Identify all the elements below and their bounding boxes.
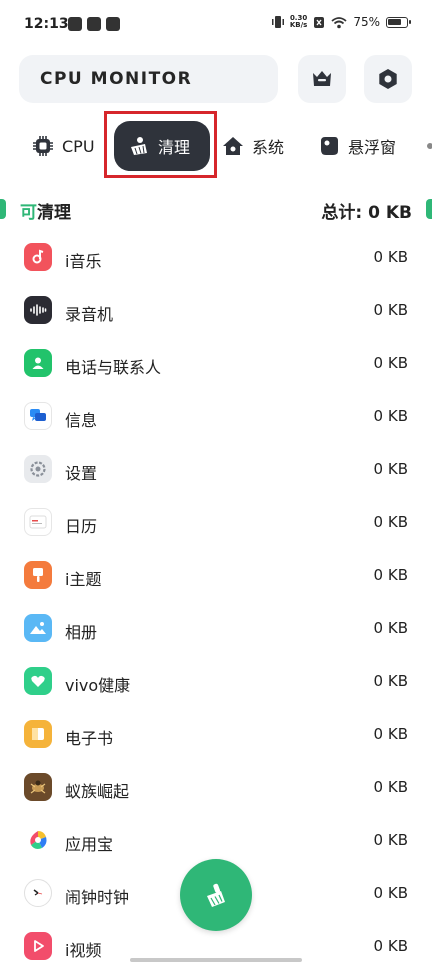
app-row[interactable]: 录音机 0 KB [0,284,432,337]
app-size: 0 KB [373,672,408,690]
app-size: 0 KB [373,831,408,849]
wifi-icon [331,16,347,28]
title-card: CPU MONITOR [19,55,278,103]
health-icon [24,667,52,695]
crown-icon [313,71,331,86]
tab-more-partial[interactable] [422,121,432,171]
app-size: 0 KB [373,354,408,372]
app-name: 闹钟时钟 [65,888,130,907]
app-name: 电子书 [65,729,114,748]
app-size: 0 KB [373,884,408,902]
float-window-icon [321,137,338,155]
app-row[interactable]: i音乐 0 KB [0,231,432,284]
settings-icon [379,69,397,89]
app-row[interactable]: 日历 0 KB [0,496,432,549]
tab-system[interactable]: 系统 [222,121,284,171]
app-name: 电话与联系人 [65,358,162,377]
tab-system-label: 系统 [252,138,285,157]
app-name: 相册 [65,623,98,642]
app-row[interactable]: 电话与联系人 0 KB [0,337,432,390]
section-marker [0,199,6,219]
home-indicator[interactable] [130,958,302,962]
section-marker [426,199,432,219]
broom-icon [207,883,225,907]
ebook-icon [24,720,52,748]
app-row[interactable]: 相册 0 KB [0,602,432,655]
status-right: 0.30 KB/s 75% [271,15,411,29]
music-icon [24,243,52,271]
app-size: 0 KB [373,407,408,425]
clean-section-header: 可清理 总计: 0 KB [0,195,432,223]
tab-float-label: 悬浮窗 [348,138,397,157]
vibrate-icon [271,16,284,28]
network-speed: 0.30 KB/s [290,15,307,29]
app-name: 录音机 [65,305,114,324]
notification-icon [68,17,82,31]
app-row[interactable]: i主题 0 KB [0,549,432,602]
chip-icon [33,136,53,156]
app-size: 0 KB [373,725,408,743]
section-title-accent: 可 [20,203,37,223]
clock-icon [24,879,52,907]
home-icon [223,137,243,155]
tab-cpu-label: CPU [62,136,95,156]
status-bar: 12:13 0.30 KB/s 75% [0,0,432,50]
app-size: 0 KB [373,937,408,955]
message-icon [24,402,52,430]
app-name: i音乐 [65,252,102,271]
settings-button[interactable] [364,55,412,103]
app-row[interactable]: vivo健康 0 KB [0,655,432,708]
app-size: 0 KB [373,513,408,531]
app-row[interactable]: 信息 0 KB [0,390,432,443]
app-name: 蚁族崛起 [65,782,130,801]
app-name: 应用宝 [65,835,114,854]
app-size: 0 KB [373,301,408,319]
section-title: 可清理 [20,198,71,223]
app-row[interactable]: 电子书 0 KB [0,708,432,761]
notification-icon [87,17,101,31]
app-size: 0 KB [373,778,408,796]
sim-icon [314,16,325,28]
contacts-icon [24,349,52,377]
gallery-icon [24,614,52,642]
tab-float-window[interactable]: 悬浮窗 [318,121,396,171]
settings-gear-icon [24,455,52,483]
battery-text: 75% [353,15,380,29]
app-name: i视频 [65,941,102,960]
net-speed-unit: KB/s [289,21,308,29]
total-size: 总计: 0 KB [321,203,412,223]
app-store-icon [24,826,52,854]
recorder-icon [24,296,52,324]
app-size: 0 KB [373,248,408,266]
calendar-icon [24,508,52,536]
app-name: 设置 [65,464,98,483]
section-title-rest: 清理 [37,203,71,223]
app-name: vivo健康 [65,676,131,695]
app-row[interactable]: 设置 0 KB [0,443,432,496]
app-list: i音乐 0 KB 录音机 0 KB 电话与联系人 0 KB 信息 0 KB 设置… [0,231,432,964]
app-name: 信息 [65,411,98,430]
app-title: CPU MONITOR [40,69,193,89]
selection-highlight [104,111,217,178]
tab-cpu[interactable]: CPU [32,121,95,171]
app-size: 0 KB [373,619,408,637]
app-size: 0 KB [373,566,408,584]
video-icon [24,932,52,960]
clean-fab-button[interactable] [180,859,252,931]
theme-icon [24,561,52,589]
app-size: 0 KB [373,460,408,478]
game-icon [24,773,52,801]
notification-icons [68,17,120,31]
app-row[interactable]: 蚁族崛起 0 KB [0,761,432,814]
app-name: i主题 [65,570,102,589]
notification-icon [106,17,120,31]
partial-tab-icon [427,143,432,149]
premium-button[interactable] [298,55,346,103]
app-name: 日历 [65,517,98,536]
status-time: 12:13 [24,16,69,32]
battery-icon [386,16,411,28]
